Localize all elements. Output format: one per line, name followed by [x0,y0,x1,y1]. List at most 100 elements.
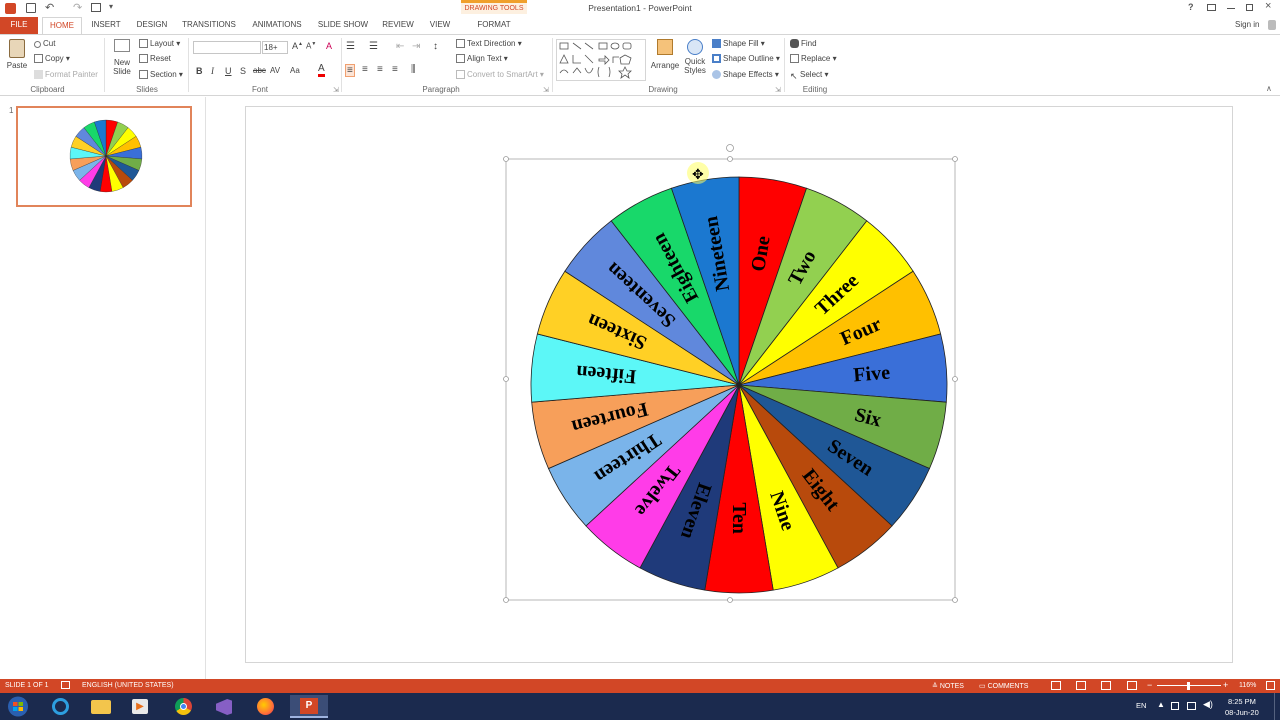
tab-transitions[interactable]: TRANSITIONS [180,17,238,34]
clear-formatting-icon[interactable]: A [326,41,332,51]
bullets-icon[interactable]: ☰ [346,41,355,52]
arrange-button[interactable]: Arrange [650,39,680,70]
slide-canvas[interactable]: One Two Three Four Five Six Seven Eight Nine Ten E… [245,106,1233,663]
quick-styles-button[interactable]: Quick Styles [682,39,708,75]
resize-handle[interactable] [727,597,733,603]
tab-slide-show[interactable]: SLIDE SHOW [316,17,370,34]
network-icon[interactable] [1187,702,1196,710]
resize-handle[interactable] [952,597,958,603]
firefox-icon[interactable] [250,695,280,718]
tab-file[interactable]: FILE [0,17,38,34]
italic-button[interactable]: I [211,66,214,76]
format-painter-button[interactable]: Format Painter [34,70,98,79]
find-button[interactable]: Find [790,39,817,48]
slide-thumbnail[interactable] [16,106,192,207]
language-indicator[interactable]: ENGLISH (UNITED STATES) [82,682,174,689]
grow-font-icon[interactable]: A▲ [292,41,303,51]
tab-review[interactable]: REVIEW [380,17,416,34]
shape-effects-button[interactable]: Shape Effects ▾ [712,70,779,79]
internet-explorer-icon[interactable] [45,695,75,718]
copy-button[interactable]: Copy ▾ [34,54,70,63]
resize-handle[interactable] [952,156,958,162]
comments-button[interactable]: ▭ COMMENTS [979,682,1028,690]
notes-button[interactable]: ≙ NOTES [932,682,964,690]
action-center-icon[interactable] [1171,702,1179,710]
align-text-button[interactable]: Align Text ▾ [456,54,508,63]
tab-format[interactable]: FORMAT [472,17,516,34]
character-spacing-button[interactable]: AV [270,66,280,75]
align-right-icon[interactable]: ≡ [377,64,383,75]
section-button[interactable]: Section ▾ [139,70,183,79]
clock-date[interactable]: 08-Jun-20 [1225,708,1259,717]
paragraph-dialog-launcher-icon[interactable]: ⇲ [543,86,549,94]
volume-icon[interactable]: ◀) [1203,699,1213,710]
cut-button[interactable]: Cut [34,39,55,48]
resize-handle[interactable] [503,156,509,162]
font-name-input[interactable] [193,41,261,54]
save-icon[interactable] [26,3,36,13]
font-size-input[interactable]: 18+ [262,41,288,54]
justify-icon[interactable]: ≡ [392,64,398,75]
zoom-in-button[interactable]: + [1223,680,1228,690]
start-from-beginning-icon[interactable] [91,3,101,12]
shape-outline-button[interactable]: Shape Outline ▾ [712,54,780,63]
qat-more-icon[interactable]: ▾ [109,2,113,11]
start-button[interactable] [3,695,33,718]
layout-button[interactable]: Layout ▾ [139,39,180,48]
change-case-button[interactable]: Aa [290,66,300,75]
text-direction-button[interactable]: Text Direction ▾ [456,39,522,48]
shrink-font-icon[interactable]: A▼ [306,41,316,51]
chrome-icon[interactable] [168,695,198,718]
drawing-dialog-launcher-icon[interactable]: ⇲ [775,86,781,94]
close-icon[interactable]: × [1265,0,1271,12]
fit-slide-icon[interactable] [1266,681,1275,690]
columns-icon[interactable]: ⫼ [411,64,416,75]
rotate-handle-icon[interactable] [726,144,734,152]
reading-view-icon[interactable] [1101,681,1111,690]
font-color-icon[interactable]: A [318,63,325,77]
resize-handle[interactable] [503,597,509,603]
restore-icon[interactable] [1246,4,1253,11]
tab-insert[interactable]: INSERT [88,17,124,34]
convert-smartart-button[interactable]: Convert to SmartArt ▾ [456,70,544,79]
input-language[interactable]: EN [1136,701,1146,710]
tab-home[interactable]: HOME [42,17,82,34]
shape-fill-button[interactable]: Shape Fill ▾ [712,39,765,48]
clock-time[interactable]: 8:25 PM [1228,697,1256,706]
visual-studio-icon[interactable] [209,695,239,718]
zoom-level[interactable]: 116% [1239,682,1256,689]
tray-overflow-icon[interactable]: ▲ [1157,700,1165,709]
strikethrough-button[interactable]: abc [253,66,266,75]
normal-view-icon[interactable] [1051,681,1061,690]
bold-button[interactable]: B [196,66,203,76]
tab-animations[interactable]: ANIMATIONS [249,17,305,34]
zoom-slider-thumb[interactable] [1187,682,1190,690]
resize-handle[interactable] [503,376,509,382]
shapes-gallery[interactable] [556,39,646,81]
replace-button[interactable]: Replace ▾ [790,54,837,63]
resize-handle[interactable] [727,156,733,162]
shadow-button[interactable]: S [240,66,246,76]
help-icon[interactable]: ? [1188,2,1194,12]
zoom-out-button[interactable]: − [1147,680,1152,690]
reset-button[interactable]: Reset [139,54,171,63]
new-slide-button[interactable]: New Slide [110,39,134,76]
redo-icon[interactable]: ↷ [73,1,82,14]
line-spacing-icon[interactable]: ↕ [433,41,438,52]
slideshow-icon[interactable] [1127,681,1137,690]
align-center-icon[interactable]: ≡ [362,64,368,75]
undo-icon[interactable]: ↶ [45,1,54,14]
increase-indent-icon[interactable]: ⇥ [412,41,420,52]
paste-button[interactable]: Paste [6,39,28,81]
align-left-icon[interactable]: ≡ [345,64,355,77]
collapse-ribbon-icon[interactable]: ∧ [1266,84,1272,93]
spelling-icon[interactable] [61,681,70,689]
show-desktop-button[interactable] [1274,693,1278,720]
decrease-indent-icon[interactable]: ⇤ [396,41,404,52]
select-button[interactable]: ↖ Select ▾ [790,70,828,81]
ribbon-display-options-icon[interactable] [1207,4,1216,11]
minimize-icon[interactable] [1227,8,1235,9]
font-dialog-launcher-icon[interactable]: ⇲ [333,86,339,94]
numbering-icon[interactable]: ☰ [369,41,378,52]
tab-view[interactable]: VIEW [425,17,455,34]
